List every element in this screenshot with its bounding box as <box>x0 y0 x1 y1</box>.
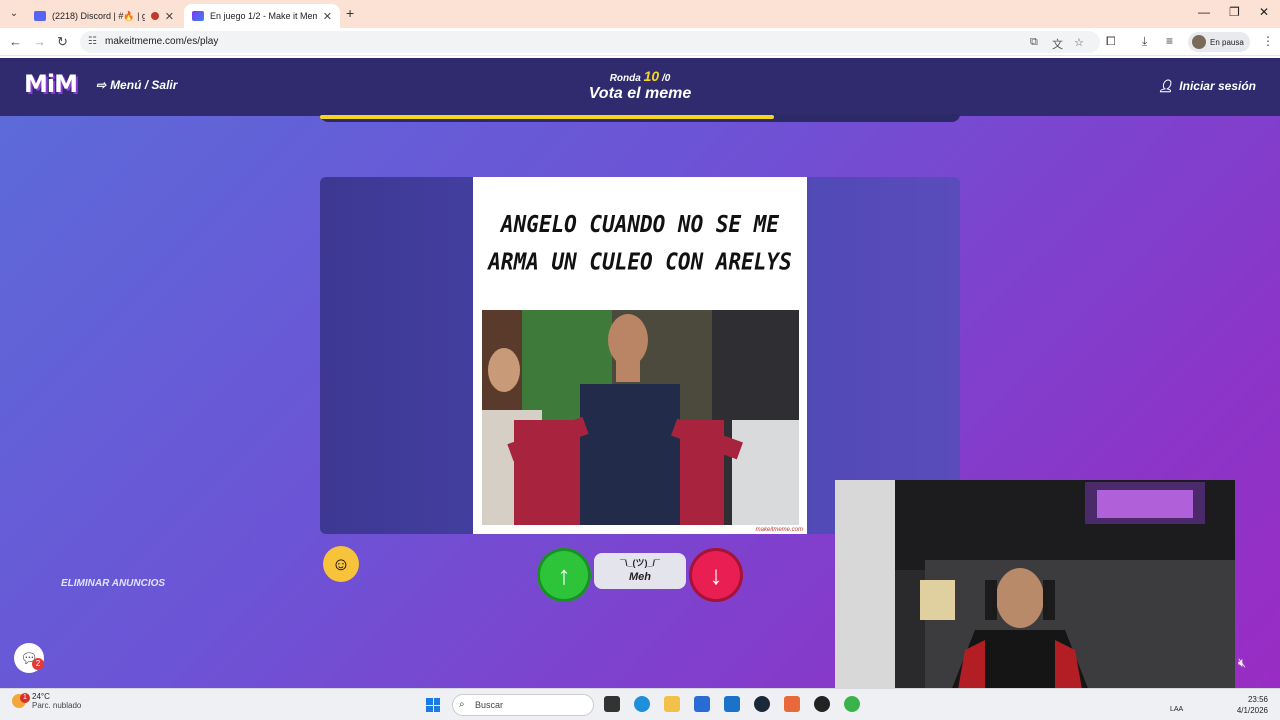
arrow-up-icon: ↑ <box>557 559 571 590</box>
close-window-icon[interactable]: ✕ <box>1259 5 1269 19</box>
new-tab-button[interactable]: + <box>346 5 354 21</box>
downvote-button[interactable]: ↓ <box>689 548 743 602</box>
file-explorer-icon[interactable] <box>664 696 680 712</box>
user-icon: 👤︎ <box>1158 79 1174 93</box>
tab-title: En juego 1/2 - Make it Meme <box>210 11 317 21</box>
clock-time: 23:56 <box>1247 695 1268 704</box>
weather-badge: 1 <box>20 693 30 703</box>
meme-photo-svg <box>482 310 799 525</box>
profile-status: En pausa <box>1210 37 1244 47</box>
browser-menu-icon[interactable]: ⋮ <box>1262 34 1274 48</box>
emoji-reaction-button[interactable]: ☺ <box>323 546 359 582</box>
translate-icon[interactable]: 文 <box>1052 36 1063 52</box>
weather-temp: 24°C <box>32 692 50 701</box>
arrow-down-icon: ↓ <box>709 559 723 590</box>
taskbar-search[interactable]: ⌕ Buscar <box>452 694 594 716</box>
back-icon[interactable]: ← <box>9 34 22 49</box>
windows-start-icon[interactable] <box>426 698 440 712</box>
weather-condition: Parc. nublado <box>32 701 82 710</box>
meme-image <box>482 310 799 525</box>
round-progress-bar <box>320 114 960 122</box>
chat-badge: 2 <box>32 658 44 670</box>
address-bar-row: ← → ↻ ☷ makeitmeme.com/es/play ⧉ 文 ☆ <box>0 28 1280 56</box>
install-app-icon[interactable]: ⧉ <box>1030 36 1038 49</box>
menu-exit-button[interactable]: ⇨ Menú / Salir <box>96 78 177 92</box>
close-tab-icon[interactable]: ✕ <box>165 10 174 23</box>
menu-exit-label: Menú / Salir <box>110 78 178 92</box>
make-it-meme-icon <box>192 11 204 21</box>
round-current: 10 <box>643 68 660 84</box>
chrome-icon[interactable] <box>844 696 860 712</box>
logo[interactable]: MiM <box>24 70 78 98</box>
keyboard-language[interactable]: LAA <box>1170 706 1183 713</box>
smiling-face-icon: ☺ <box>331 553 351 574</box>
meme-card: ANGELO CUANDO NO SE ME ARMA UN CULEO CON… <box>473 177 807 534</box>
profile-button[interactable]: En pausa <box>1188 32 1250 52</box>
clock-date: 4/1/2026 <box>1236 706 1268 715</box>
avatar <box>1192 35 1206 49</box>
url-text: makeitmeme.com/es/play <box>105 36 219 47</box>
webcam-feed <box>835 480 1235 706</box>
round-info: Ronda 10 /0 Vota el meme <box>540 68 740 103</box>
reload-icon[interactable]: ↻ <box>57 34 68 50</box>
bookmark-star-icon[interactable]: ☆ <box>1074 36 1084 49</box>
windows-taskbar: 24°C Parc. nublado 1 ⌕ Buscar LAA 23:56 … <box>0 688 1280 720</box>
outlook-icon[interactable] <box>724 696 740 712</box>
round-total: /0 <box>661 73 671 84</box>
clock[interactable]: 23:56 4/1/2026 <box>1234 694 1268 716</box>
extensions-icon[interactable]: ⧠ <box>1106 34 1116 49</box>
webcam-overlay <box>835 480 1235 706</box>
tab-discord[interactable]: (2218) Discord | #🔥 | gen ✕ <box>26 4 182 28</box>
meme-watermark: makeitmeme.com <box>755 527 803 533</box>
search-placeholder: Buscar <box>475 700 504 710</box>
exit-icon: ⇨ <box>96 78 107 92</box>
round-label: Ronda <box>609 73 641 84</box>
login-label: Iniciar sesión <box>1179 79 1256 93</box>
media-icon[interactable]: ≡ <box>1166 34 1173 48</box>
task-view-icon[interactable] <box>604 696 620 712</box>
site-info-icon[interactable]: ☷ <box>88 36 97 47</box>
game-header: MiM ⇨ Menú / Salir Ronda 10 /0 Vota el m… <box>0 58 1280 116</box>
mute-icon[interactable]: 🔇︎ <box>1238 655 1246 671</box>
round-progress-fill <box>320 115 775 119</box>
login-button[interactable]: 👤︎ Iniciar sesión <box>1158 79 1256 93</box>
tab-make-it-meme[interactable]: En juego 1/2 - Make it Meme ✕ <box>184 4 340 28</box>
browser-tab-bar: ⌄ (2218) Discord | #🔥 | gen ✕ En juego 1… <box>0 0 1280 28</box>
shrug-text: ¯\_(ツ)_/¯ <box>620 558 660 568</box>
weather-text: 24°C Parc. nublado <box>32 692 81 710</box>
meme-caption: ANGELO CUANDO NO SE ME ARMA UN CULEO CON… <box>488 211 792 275</box>
tab-search-dropdown[interactable]: ⌄ <box>6 6 22 22</box>
minimize-icon[interactable]: — <box>1198 5 1210 19</box>
remove-ads-link[interactable]: ELIMINAR ANUNCIOS <box>61 578 165 589</box>
edge-icon[interactable] <box>634 696 650 712</box>
meh-button[interactable]: ¯\_(ツ)_/¯ Meh <box>594 553 686 589</box>
url-field[interactable]: ☷ makeitmeme.com/es/play ⧉ 文 ☆ <box>80 31 1100 53</box>
phase-title: Vota el meme <box>588 85 692 102</box>
meh-label: Meh <box>629 571 651 583</box>
discord-icon <box>34 11 46 21</box>
upvote-button[interactable]: ↑ <box>537 548 591 602</box>
store-icon[interactable] <box>694 696 710 712</box>
steam-icon[interactable] <box>754 696 770 712</box>
recording-icon <box>150 12 159 20</box>
forward-icon[interactable]: → <box>33 34 46 49</box>
round-line: Ronda 10 /0 <box>540 68 740 84</box>
search-icon: ⌕ <box>459 699 465 710</box>
restore-icon[interactable]: ❐ <box>1229 5 1240 19</box>
vote-controls: ↑ ¯\_(ツ)_/¯ Meh ↓ <box>536 546 746 606</box>
tab-title: (2218) Discord | #🔥 | gen <box>52 10 145 21</box>
close-tab-icon[interactable]: ✕ <box>323 10 332 23</box>
app-icon[interactable] <box>784 696 800 712</box>
download-icon[interactable]: ⤓ <box>1142 34 1147 49</box>
obs-icon[interactable] <box>814 696 830 712</box>
